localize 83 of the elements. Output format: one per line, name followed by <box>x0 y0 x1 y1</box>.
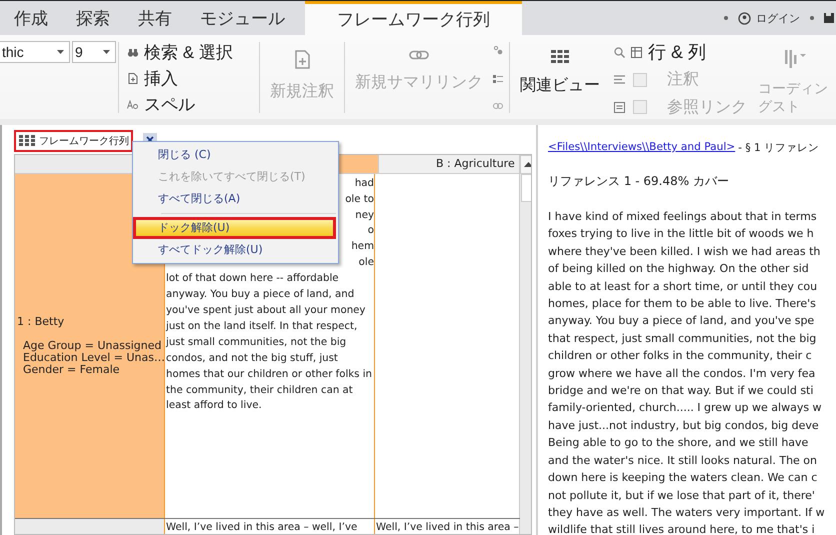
reference-text: able to at least for a short time, or until they cou <box>548 278 818 295</box>
cell-text: lot of that down here -- affordable <box>166 272 340 286</box>
cell-text: Well, I’ve lived in this area – well, I’ve <box>166 521 358 534</box>
reference-text: that respect, just small communities, not the big <box>548 330 818 347</box>
reference-heading: - § 1 リファレン <box>738 141 820 155</box>
bars-icon <box>785 50 809 68</box>
cell-text: just small communities, not the big <box>166 336 348 350</box>
align-icon <box>614 75 625 84</box>
reference-text: family-oriented, church..... I grew up we always w <box>548 400 823 416</box>
font-size-dropdown[interactable]: 9 <box>72 41 116 63</box>
save-icon[interactable] <box>824 12 834 24</box>
cell-text: ole to <box>345 192 374 207</box>
source-link[interactable]: <Files\\Interviews\\Betty and Paul> <box>548 141 736 155</box>
scroll-up-icon[interactable] <box>524 162 531 167</box>
add-document-icon <box>294 50 310 69</box>
reference-text: of being killed on the highway. On the other sid <box>548 261 810 278</box>
user-icon <box>738 12 751 24</box>
reference-text: and the water's nice. It still looks natural. The on <box>548 452 818 469</box>
cell-text: just on the land itself. In that respect, <box>166 320 358 334</box>
ribbon-tab[interactable]: 共有 <box>124 1 186 35</box>
table-icon <box>631 46 642 58</box>
matrix-cell[interactable]: Well, I’ve lived in this area – well, I’ve <box>164 519 375 534</box>
reference-text: anyway. You buy a piece of land, and you've spe <box>548 313 816 330</box>
link-icon <box>409 50 429 60</box>
reference-text: I have kind of mixed feelings about that in terms <box>548 209 818 225</box>
cell-text: ney <box>355 208 374 223</box>
reference-text: foxes trying to live in the little bit of woods we h <box>548 226 815 242</box>
reference-text: where they've been killed. I wish we had areas th <box>548 244 822 260</box>
font-name-dropdown[interactable]: thic <box>0 41 70 63</box>
cell-text: the community, their children can at <box>166 384 354 398</box>
reference-text: homes, place for them to be able to live. There's <box>548 296 817 312</box>
reference-text: Being able to go to the shore, and we still have <box>548 435 810 452</box>
attribute-text: Gender = Female <box>23 364 121 376</box>
menu-item[interactable]: ドック解除(U) <box>133 217 336 239</box>
menu-item[interactable]: 閉じる (C) <box>133 144 336 166</box>
reference-text: wildlife that still lives around here, to me that's i <box>548 522 816 535</box>
reference-text: have just...not industry, but big condos, big deve <box>548 418 820 434</box>
ribbon-tab[interactable]: モジュール <box>186 1 299 35</box>
caret-icon <box>57 50 64 54</box>
attribute-text: Education Level = Unas… <box>23 352 166 364</box>
caret-icon <box>103 50 110 54</box>
ribbon-command[interactable]: スペル <box>127 92 251 116</box>
ribbon-command[interactable]: 挿入 <box>127 66 251 90</box>
checkbox-label: 参照リンク <box>667 98 747 118</box>
document-tab[interactable]: フレームワーク行列 <box>14 130 133 152</box>
cell-text: homes that our children or other folks in <box>166 368 374 382</box>
reference-text: down here is keeping the waters clean. We can c <box>548 470 818 486</box>
cell-text: o <box>368 224 374 238</box>
cell-text: least afford to live. <box>166 399 263 414</box>
grid-icon <box>19 135 35 146</box>
link-icon[interactable] <box>493 103 503 109</box>
row-label: 1 : Betty <box>17 315 66 328</box>
cell-text: ole <box>358 256 374 270</box>
cell-text: anyway. You buy a piece of land, and <box>166 288 356 302</box>
checkbox-label: 注釈 <box>667 70 699 90</box>
related-view-button[interactable]: 関連ビュー <box>510 40 610 119</box>
grid-icon <box>551 50 569 63</box>
ribbon-command[interactable]: 検索 & 選択 <box>127 40 251 64</box>
reference-text: children or other folks in the community, their c <box>548 348 813 364</box>
attribute-text: Age Group = Unassigned <box>23 340 162 352</box>
rows-columns-button[interactable]: 行 & 列 <box>631 40 706 64</box>
cell-text: hem <box>351 240 374 254</box>
insert-document-icon <box>127 72 139 84</box>
reference-text: they have as well. The waters very important. If w <box>548 504 826 521</box>
zoom-icon[interactable] <box>614 46 625 58</box>
coverage-text: リファレンス 1 - 69.48% カバー <box>548 173 730 190</box>
binoculars-icon <box>127 48 139 56</box>
login-link[interactable]: ログイン <box>756 10 800 26</box>
reference-text: bridge and we're on that way. But if we could sti <box>548 383 814 400</box>
scrollbar-thumb[interactable] <box>520 174 531 202</box>
form-icon <box>614 102 625 113</box>
ribbon-tab[interactable]: 作成 <box>0 1 62 35</box>
cell-text: had <box>354 176 374 191</box>
ribbon-tab[interactable]: フレームワーク行列 <box>305 1 522 35</box>
column-header[interactable]: B : Agriculture <box>379 155 520 174</box>
nodes-icon[interactable] <box>494 46 502 55</box>
cell-text: condos, and not the big stuff, just <box>166 352 339 366</box>
reference-text: grow where we have all the condos. I'm very fea <box>548 366 816 382</box>
reference-text: not pollute it, but if we lose that part of it, there' <box>548 488 816 504</box>
cell-text: you've spent just about all your money <box>166 304 366 318</box>
ribbon-tab[interactable]: 探索 <box>62 1 124 35</box>
list-icon[interactable] <box>493 75 503 83</box>
spelling-icon <box>127 100 139 108</box>
